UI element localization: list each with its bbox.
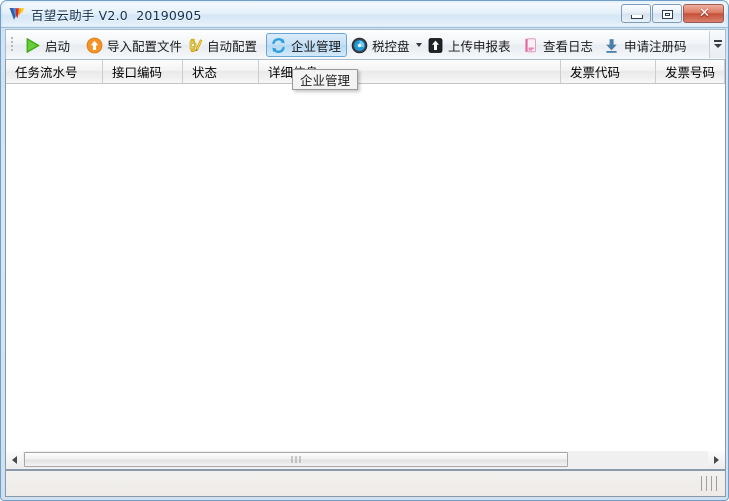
column-header-label: 发票号码 (665, 65, 716, 80)
close-icon: ✕ (699, 6, 710, 21)
import-upload-icon (86, 37, 103, 54)
arrow-right-icon (714, 456, 719, 464)
toolbar-overflow-button[interactable] (709, 31, 724, 58)
grid-body-empty[interactable] (6, 84, 725, 467)
horizontal-scrollbar[interactable] (5, 451, 726, 470)
toolbar-button-apply-registration-code[interactable]: 申请注册码 (599, 33, 693, 57)
log-book-icon (522, 37, 539, 54)
resize-grip-icon[interactable] (701, 476, 721, 492)
chevron-down-icon (714, 40, 722, 42)
tooltip-enterprise-management: 企业管理 (292, 69, 359, 90)
column-header-interface-code[interactable]: 接口编码 (103, 60, 183, 83)
window-title: 百望云助手 V2.0 20190905 (31, 8, 202, 23)
arrow-left-icon (12, 456, 17, 464)
toolbar-drag-grip[interactable] (10, 36, 14, 54)
close-button[interactable]: ✕ (683, 4, 724, 23)
column-header-invoice-code[interactable]: 发票代码 (561, 60, 656, 83)
minimize-icon (631, 15, 643, 19)
toolbar-button-auto-config[interactable]: 自动配置 (182, 33, 266, 57)
scroll-right-button[interactable] (708, 451, 725, 468)
toolbar-label-enterprise-management: 企业管理 (291, 38, 342, 54)
column-header-invoice-number[interactable]: 发票号码 (656, 60, 725, 83)
toolbar-label-start: 启动 (45, 38, 71, 54)
toolbar-label-auto-config: 自动配置 (207, 38, 258, 54)
gear-pencil-icon (186, 37, 203, 54)
baiwang-logo-icon (8, 6, 26, 23)
sync-refresh-icon (270, 37, 287, 54)
status-bar (5, 470, 726, 497)
download-key-icon (603, 37, 620, 54)
toolbar-label-tax-disk: 税控盘 (372, 38, 410, 54)
chevron-down-icon[interactable] (415, 43, 422, 47)
toolbar-label-import-config: 导入配置文件 (107, 38, 183, 54)
scrollbar-thumb[interactable] (24, 452, 568, 467)
grip-icon (291, 456, 301, 463)
tooltip-text: 企业管理 (300, 73, 351, 88)
toolbar: 启动 导入配置文件 自动配置 企业管理 税控盘 上传申报表 查看日志 申请注册码 (5, 29, 726, 59)
tax-disk-icon (351, 37, 368, 54)
minimize-button[interactable] (621, 4, 651, 23)
toolbar-label-upload-report: 上传申报表 (448, 38, 511, 54)
task-grid: 任务流水号 接口编码 状态 详细信息 发票代码 发票号码 (5, 59, 726, 468)
toolbar-button-view-log[interactable]: 查看日志 (518, 33, 599, 57)
toolbar-label-apply-registration-code: 申请注册码 (624, 38, 687, 54)
toolbar-button-upload-report[interactable]: 上传申报表 (423, 33, 518, 57)
column-header-label: 状态 (192, 65, 218, 80)
upload-report-icon (427, 37, 444, 54)
toolbar-button-import-config[interactable]: 导入配置文件 (82, 33, 182, 57)
column-header-label: 任务流水号 (15, 65, 78, 80)
play-icon (24, 37, 41, 54)
column-header-status[interactable]: 状态 (183, 60, 259, 83)
column-header-label: 发票代码 (570, 65, 621, 80)
chevron-down-arrow-icon (714, 44, 722, 48)
toolbar-button-enterprise-management[interactable]: 企业管理 (266, 33, 347, 57)
title-bar: 百望云助手 V2.0 20190905 ✕ (1, 1, 728, 28)
toolbar-button-tax-disk[interactable]: 税控盘 (347, 33, 423, 57)
toolbar-label-view-log: 查看日志 (543, 38, 594, 54)
column-header-label: 接口编码 (112, 65, 163, 80)
column-header-task-serial[interactable]: 任务流水号 (6, 60, 103, 83)
scroll-left-button[interactable] (6, 451, 23, 468)
grid-header-row: 任务流水号 接口编码 状态 详细信息 发票代码 发票号码 (6, 60, 725, 84)
maximize-button[interactable] (652, 4, 682, 23)
maximize-icon (662, 10, 673, 19)
application-window: 百望云助手 V2.0 20190905 ✕ 启动 导入配置文件 自动配置 企业管… (0, 0, 729, 501)
toolbar-button-start[interactable]: 启动 (20, 33, 82, 57)
